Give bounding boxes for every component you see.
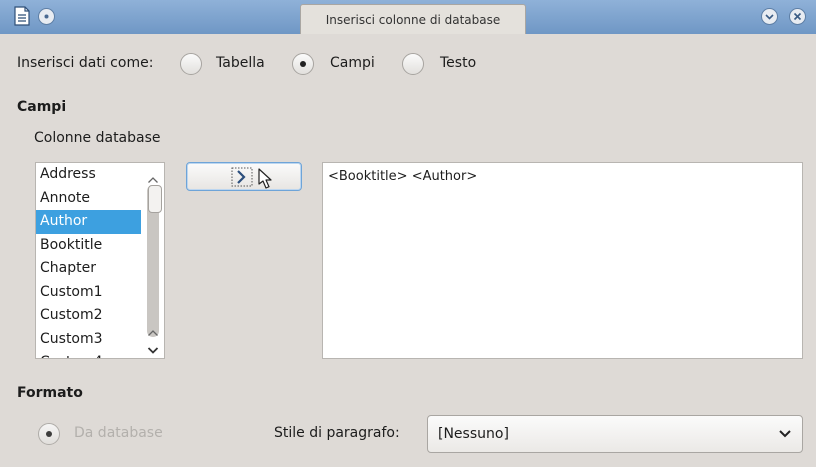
paragraph-style-select[interactable]: [Nessuno] — [427, 415, 803, 453]
window-menu-icon[interactable] — [38, 8, 55, 25]
list-item[interactable]: Custom3 — [36, 328, 141, 352]
chevron-down-icon[interactable] — [778, 428, 792, 444]
title-bar: Inserisci colonne di database — [0, 0, 816, 34]
insert-as-label: Inserisci dati come: — [17, 55, 154, 71]
minimize-icon[interactable] — [761, 8, 778, 25]
fields-heading: Campi — [17, 99, 67, 115]
format-heading: Formato — [17, 385, 83, 401]
mouse-cursor-icon — [257, 168, 273, 194]
paragraph-style-label: Stile di paragrafo: — [274, 425, 400, 441]
close-icon[interactable] — [789, 8, 806, 25]
radio-tabella-label[interactable]: Tabella — [216, 55, 265, 71]
scroll-thumb[interactable] — [148, 185, 162, 213]
list-item[interactable]: Chapter — [36, 257, 141, 281]
list-scrollbar[interactable] — [144, 165, 162, 356]
document-icon[interactable] — [12, 6, 32, 26]
add-field-button[interactable] — [186, 162, 302, 191]
database-columns-list[interactable]: Address Annote Author Booktitle Chapter … — [35, 162, 165, 359]
window-title: Inserisci colonne di database — [300, 4, 526, 34]
list-item[interactable]: Custom2 — [36, 304, 141, 328]
radio-from-database[interactable] — [38, 423, 60, 445]
arrow-right-icon — [231, 167, 253, 191]
fields-text-area[interactable]: <Booktitle> <Author> — [322, 162, 803, 359]
radio-campi[interactable] — [292, 53, 314, 75]
list-item[interactable]: Custom1 — [36, 281, 141, 305]
list-item-selected[interactable]: Author — [36, 210, 141, 234]
list-item[interactable]: Address — [36, 163, 141, 187]
radio-testo[interactable] — [402, 53, 424, 75]
paragraph-style-value: [Nessuno] — [438, 426, 509, 442]
database-columns-label: Colonne database — [34, 130, 161, 146]
list-item[interactable]: Custom4 — [36, 351, 141, 358]
list-item[interactable]: Annote — [36, 187, 141, 211]
scroll-track[interactable] — [147, 185, 162, 337]
list-item[interactable]: Booktitle — [36, 234, 141, 258]
scroll-up-small-icon[interactable] — [147, 322, 159, 341]
radio-tabella[interactable] — [180, 53, 202, 75]
radio-testo-label[interactable]: Testo — [440, 55, 476, 71]
from-database-label: Da database — [74, 425, 163, 441]
radio-campi-label[interactable]: Campi — [330, 55, 375, 71]
scroll-down-icon[interactable] — [147, 340, 159, 358]
